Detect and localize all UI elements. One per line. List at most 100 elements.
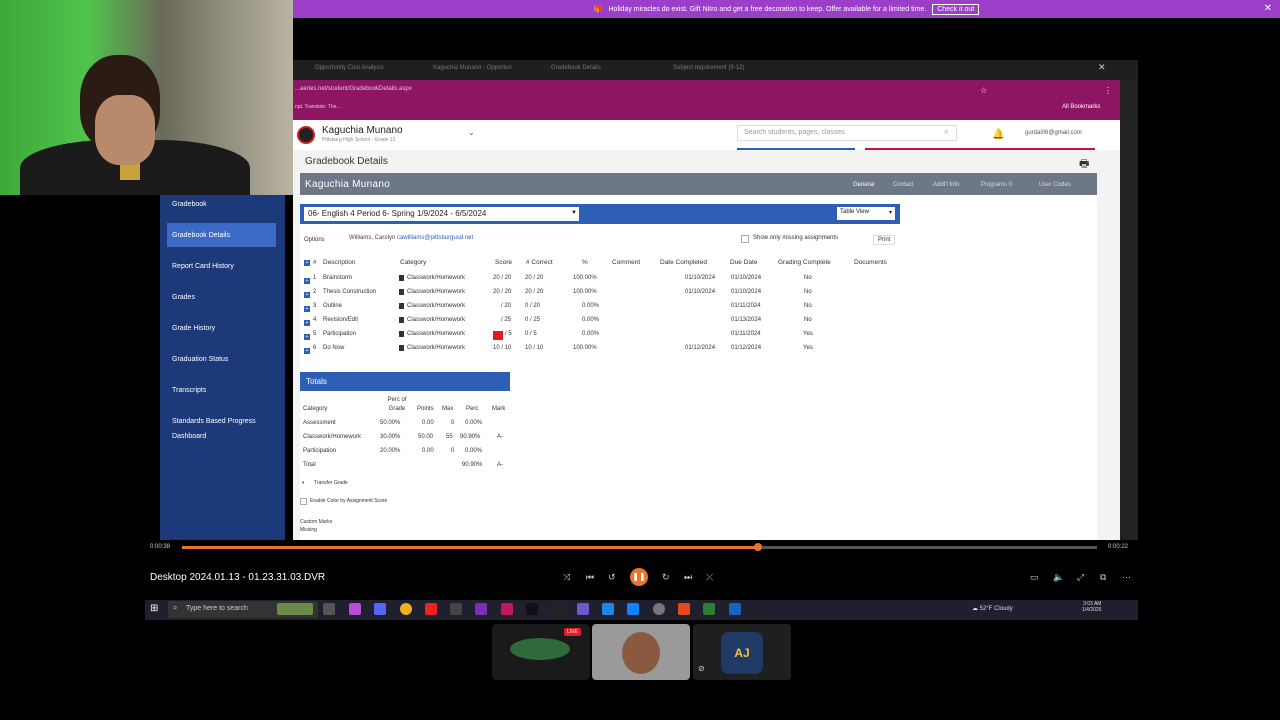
col-header-date-completed[interactable]: Date Completed — [660, 259, 707, 266]
user-email[interactable]: gurdai06@gmail.com — [1025, 130, 1082, 136]
more-icon[interactable]: ⋯ — [1122, 572, 1131, 583]
table-row[interactable]: + 1 Brainstorm Classwork/Homework 20 / 2… — [300, 272, 900, 286]
col-header-category[interactable]: Category — [400, 259, 426, 266]
sidebar-item-graduation-status[interactable]: Graduation Status — [172, 356, 228, 363]
col-header-correct[interactable]: # Correct — [526, 259, 553, 266]
tab-contact[interactable]: Contact — [893, 182, 914, 188]
windows-start-icon[interactable]: ⊞ — [150, 603, 158, 614]
forward-icon[interactable]: ↻ — [662, 572, 670, 583]
app-icon[interactable] — [551, 603, 563, 615]
close-icon[interactable]: ✕ — [1264, 3, 1272, 14]
subtitles-icon[interactable]: ▭ — [1030, 572, 1039, 583]
cell-description[interactable]: Participation — [323, 331, 356, 337]
participant-tile-camera[interactable] — [592, 624, 690, 680]
table-row[interactable]: + 4 Revision/Edit Classwork/Homework / 2… — [300, 314, 900, 328]
check-it-out-button[interactable]: Check it out — [932, 3, 980, 15]
tab-addtl-info[interactable]: Addt'l Info — [933, 182, 960, 188]
pause-button[interactable]: ❚❚ — [630, 568, 648, 586]
sidebar-item-gradebook[interactable]: Gradebook — [172, 201, 207, 208]
miniplayer-icon[interactable]: ⧉ — [1100, 572, 1106, 583]
previous-icon[interactable]: ⏮ — [586, 572, 594, 583]
col-header-percent[interactable]: % — [582, 259, 588, 266]
menu-icon[interactable]: ⋮ — [1104, 86, 1112, 95]
col-header-description[interactable]: Description — [323, 259, 356, 266]
taskbar-clock[interactable]: 3:03 AM 1/4/2026 — [1082, 601, 1101, 613]
tab-programs[interactable]: Programs 0 — [981, 182, 1012, 188]
youtube-icon[interactable] — [425, 603, 437, 615]
enable-color-checkbox[interactable] — [300, 498, 307, 505]
repeat-icon[interactable]: ⤬ — [706, 572, 713, 583]
missing-only-checkbox[interactable] — [741, 235, 749, 243]
calculator-icon[interactable] — [450, 603, 462, 615]
student-name[interactable]: Kaguchia Munano — [322, 125, 403, 136]
app-icon[interactable] — [602, 603, 614, 615]
app-icon[interactable] — [678, 603, 690, 615]
sidebar-item-report-card-history[interactable]: Report Card History — [172, 263, 234, 270]
printer-icon[interactable]: 🖶 — [1079, 155, 1089, 174]
participant-tile-avatar[interactable]: AJ — [693, 624, 791, 680]
discord-icon[interactable] — [374, 603, 386, 615]
course-dropdown[interactable]: 06- English 4 Period 6- Spring 1/9/2024 … — [304, 207, 579, 221]
cell-score[interactable]: / 5 — [505, 331, 512, 337]
sidebar-item-standards[interactable]: Standards Based Progress — [172, 418, 256, 425]
cell-score[interactable]: / 25 — [501, 317, 511, 323]
app-icon[interactable] — [653, 603, 665, 615]
tab-user-codes[interactable]: User Codes — [1039, 182, 1071, 188]
star-icon[interactable]: ☆ — [980, 86, 987, 95]
cell-description[interactable]: Revision/Edit — [323, 317, 358, 323]
shuffle-icon[interactable]: ⤨ — [563, 572, 570, 583]
browser-tab[interactable]: Opportunity Cost Analysis — [315, 65, 384, 71]
app-icon[interactable] — [729, 603, 741, 615]
sidebar-item-dashboard[interactable]: Dashboard — [172, 433, 206, 440]
transfer-grade-icon[interactable]: ⏸ — [302, 480, 305, 486]
browser-tab[interactable]: Gradebook Details — [551, 65, 601, 71]
cell-description[interactable]: Brainstorm — [323, 275, 352, 281]
teacher-email-link[interactable]: cawilliams@pittsburgusd.net — [397, 235, 473, 241]
all-bookmarks[interactable]: All Bookmarks — [1062, 104, 1100, 110]
dropdown-arrow-icon[interactable]: ▼ — [571, 210, 577, 216]
bookmark-item[interactable]: npL Translate: The... — [295, 104, 341, 110]
volume-icon[interactable]: 🔈 — [1053, 572, 1064, 583]
weather-widget[interactable]: ☁ 52°F Cloudy — [972, 605, 1013, 612]
window-close-icon[interactable]: ✕ — [1098, 62, 1106, 73]
search-input[interactable]: Search students, pages, classes — [737, 125, 957, 141]
tab-general[interactable]: General — [853, 182, 874, 188]
next-icon[interactable]: ⏭ — [684, 572, 692, 583]
sidebar-item-grades[interactable]: Grades — [172, 294, 195, 301]
table-row[interactable]: + 6 Do Now Classwork/Homework 10 / 10 10… — [300, 342, 900, 356]
cell-score[interactable]: 10 / 10 — [493, 345, 511, 351]
browser-tab[interactable]: Kaguchia Munano - Opportun — [433, 65, 512, 71]
xbox-icon[interactable] — [703, 603, 715, 615]
tiktok-icon[interactable] — [526, 603, 538, 615]
fullscreen-icon[interactable]: ⤢ — [1077, 572, 1084, 583]
search-icon[interactable]: ⌕ — [944, 127, 948, 137]
table-row[interactable]: + 3 Outline Classwork/Homework / 20 0 / … — [300, 300, 900, 314]
table-view-dropdown[interactable]: Table View ▾ — [837, 207, 895, 220]
address-bar[interactable]: ...aeries.net/student/GradebookDetails.a… — [295, 86, 412, 92]
chevron-down-icon[interactable]: ⌄ — [468, 128, 475, 137]
col-header-due-date[interactable]: Due Date — [730, 259, 757, 266]
expand-all-icon[interactable]: + — [304, 259, 310, 266]
cell-description[interactable]: Thesis Construction — [323, 289, 376, 295]
sidebar-item-gradebook-details[interactable]: Gradebook Details — [172, 232, 230, 239]
print-button[interactable]: Print — [873, 235, 896, 245]
sidebar-item-grade-history[interactable]: Grade History — [172, 325, 215, 332]
task-view-icon[interactable] — [323, 603, 335, 615]
transfer-grade-label[interactable]: Transfer Grade — [314, 480, 348, 486]
sidebar-item-transcripts[interactable]: Transcripts — [172, 387, 206, 394]
cell-score[interactable]: 20 / 20 — [493, 275, 511, 281]
cell-description[interactable]: Do Now — [323, 345, 344, 351]
col-header-grading-complete[interactable]: Grading Complete — [778, 259, 831, 266]
app-icon[interactable] — [501, 603, 513, 615]
browser-tab[interactable]: Subject requirement (9-12) — [673, 65, 744, 71]
rewind-icon[interactable]: ↺ — [608, 572, 616, 583]
media-player-icon[interactable] — [475, 603, 487, 615]
cell-description[interactable]: Outline — [323, 303, 342, 309]
col-header-score[interactable]: Score — [495, 259, 512, 266]
cell-score[interactable]: / 20 — [501, 303, 511, 309]
col-header-documents[interactable]: Documents — [854, 259, 887, 266]
table-row[interactable]: + 5 Participation Classwork/Homework / 5… — [300, 328, 900, 342]
col-header-comment[interactable]: Comment — [612, 259, 640, 266]
app-icon[interactable] — [577, 603, 589, 615]
table-row[interactable]: + 2 Thesis Construction Classwork/Homewo… — [300, 286, 900, 300]
